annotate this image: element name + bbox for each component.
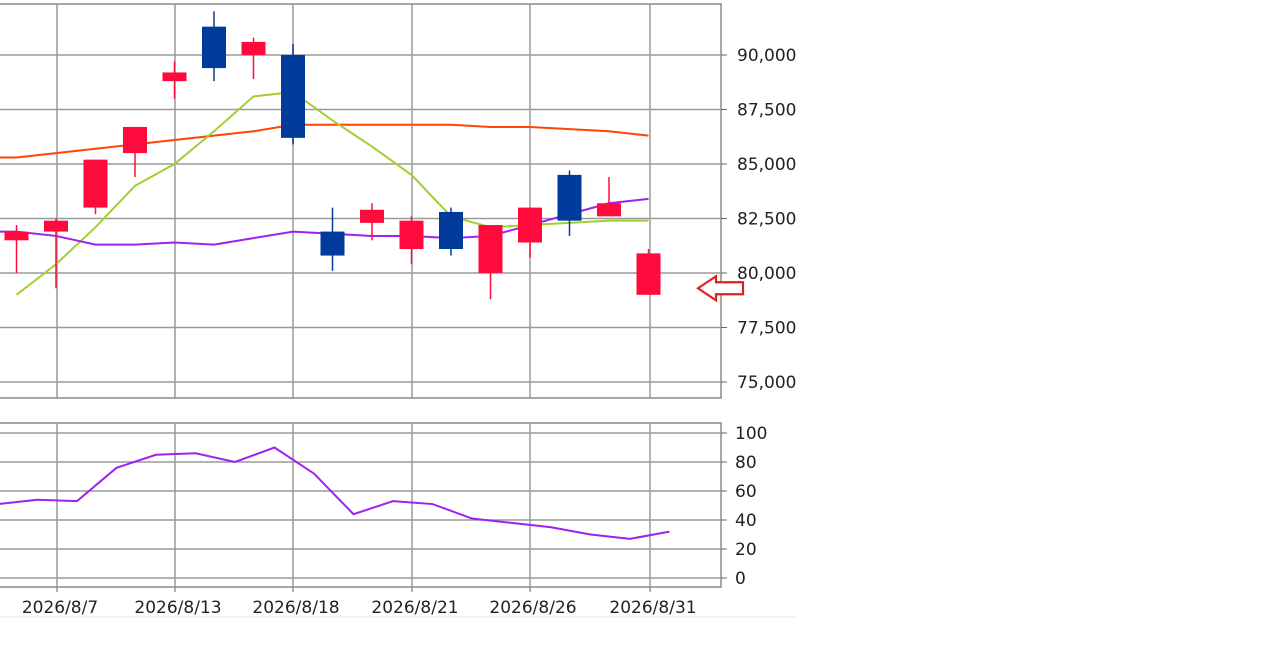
- chart-stage: 75,000 77,500 80,000 82,500 85,000 87,500 90,0…: [0, 0, 1280, 660]
- x-tick-label: 2026/8/13: [134, 598, 221, 618]
- oscillator-tick-label: 20: [735, 540, 757, 560]
- price-tick-label: 82,500: [737, 210, 796, 230]
- oscillator-plot-frame: [0, 422, 722, 588]
- candle-body: [44, 220, 68, 232]
- oscillator-tick-label: 100: [735, 424, 767, 444]
- price-tick-label: 80,000: [737, 264, 796, 284]
- x-tick-label: 2026/8/7: [22, 598, 98, 618]
- price-panel: 75,000 77,500 80,000 82,500 85,000 87,500 90,0…: [0, 3, 796, 399]
- candle-body: [597, 203, 621, 217]
- candle-body: [4, 231, 29, 241]
- price-tick-label: 75,000: [737, 373, 796, 393]
- stock-chart: 75,000 77,500 80,000 82,500 85,000 87,500 90,0…: [0, 3, 796, 618]
- price-tick-label: 90,000: [737, 46, 796, 66]
- price-plot-frame: [0, 3, 722, 399]
- candle-body: [636, 253, 661, 295]
- candle-body: [320, 231, 345, 256]
- price-tick-label: 85,000: [737, 155, 796, 175]
- x-tick-label: 2026/8/21: [371, 598, 458, 618]
- x-tick-label: 2026/8/31: [609, 598, 696, 618]
- x-axis: 2026/8/7 2026/8/13 2026/8/18 2026/8/21 2026/…: [0, 587, 795, 618]
- candle-body: [281, 55, 305, 138]
- candle-body: [360, 209, 384, 223]
- oscillator-panel: 0 20 40 60 80 100: [0, 422, 767, 589]
- oscillator-tick-label: 60: [735, 482, 757, 502]
- candle-body: [123, 126, 147, 154]
- candle-body: [162, 72, 187, 82]
- price-tick-label: 87,500: [737, 101, 796, 121]
- oscillator-tick-label: 40: [735, 511, 757, 531]
- x-tick-label: 2026/8/18: [252, 598, 339, 618]
- candle-body: [518, 207, 542, 243]
- price-tick-label: 77,500: [737, 319, 796, 339]
- candle-body: [241, 41, 266, 55]
- x-tick-label: 2026/8/26: [489, 598, 576, 618]
- candle-body: [399, 220, 424, 250]
- candle-body: [83, 159, 108, 208]
- candle-body: [202, 26, 226, 69]
- candle-body: [439, 211, 463, 250]
- candle-body: [557, 174, 582, 221]
- oscillator-tick-label: 0: [735, 569, 746, 589]
- candle-body: [478, 225, 503, 273]
- oscillator-tick-label: 80: [735, 453, 757, 473]
